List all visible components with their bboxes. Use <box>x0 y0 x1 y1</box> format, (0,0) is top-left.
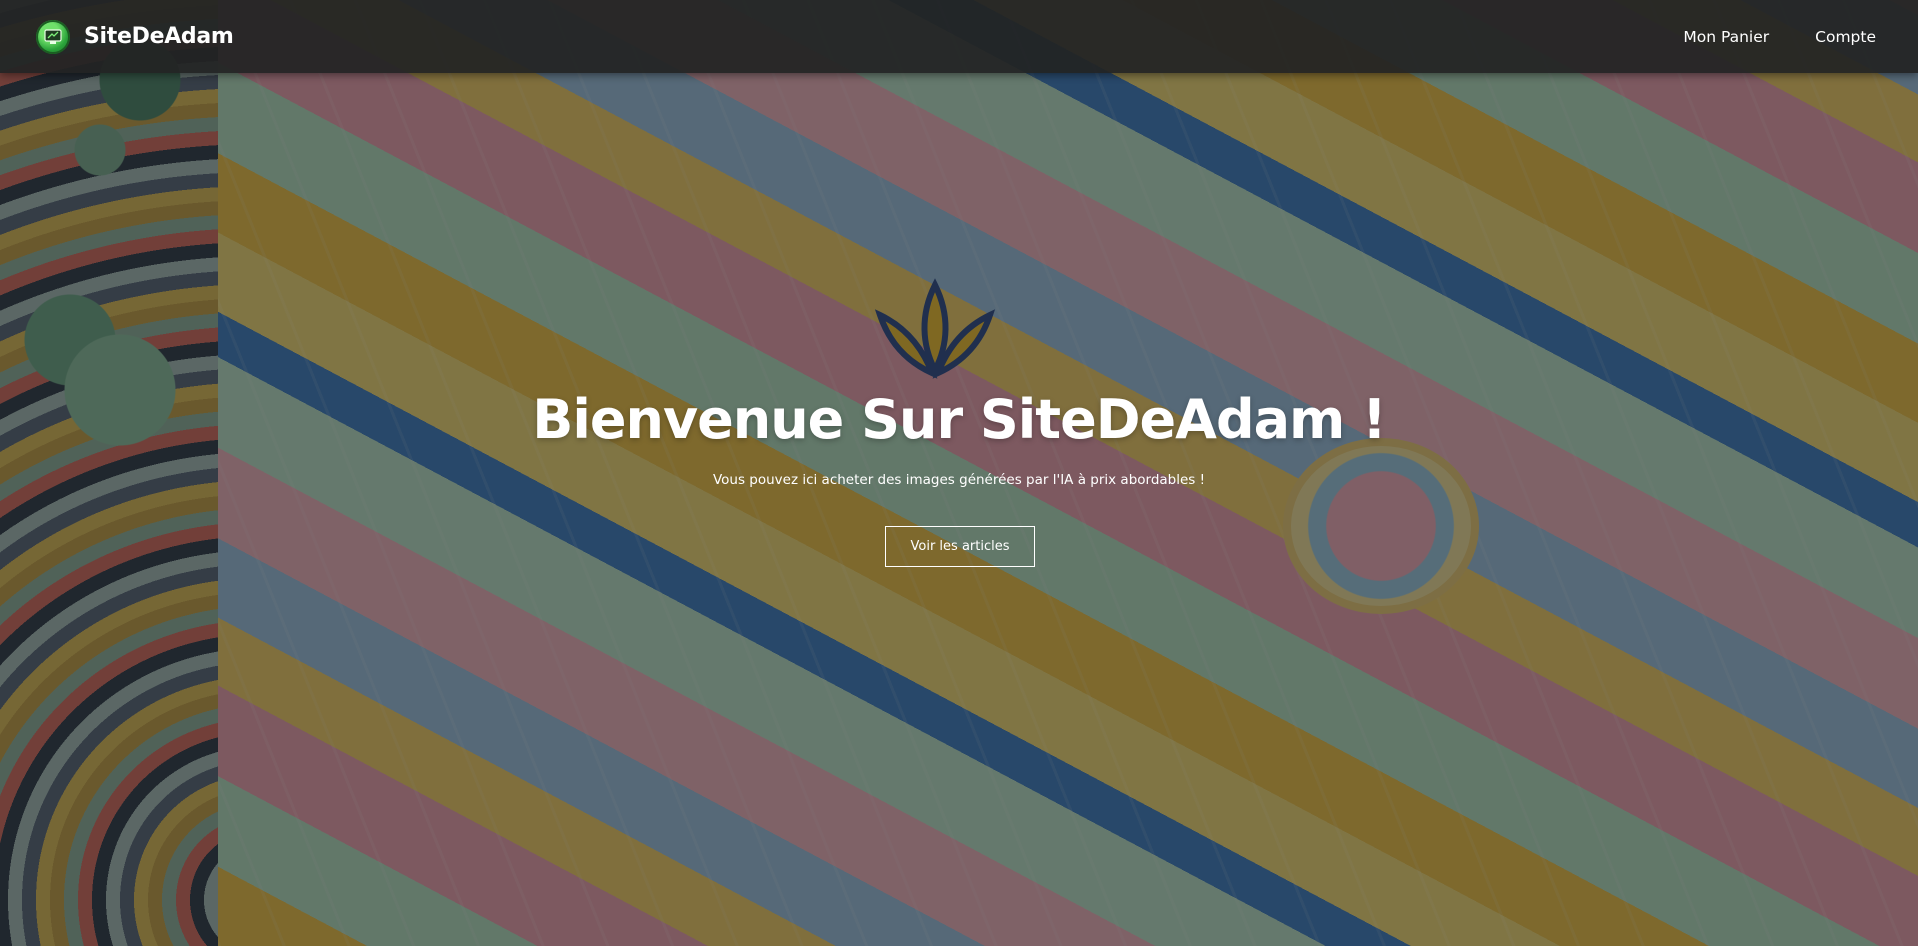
nav-link-account[interactable]: Compte <box>1815 28 1876 46</box>
hero-section: Bienvenue Sur SiteDeAdam ! Vous pouvez i… <box>0 0 1918 946</box>
monitor-logo-icon <box>36 19 70 54</box>
brand-name: SiteDeAdam <box>84 24 234 49</box>
brand-home-link[interactable]: SiteDeAdam <box>36 19 234 54</box>
navbar: SiteDeAdam Mon Panier Compte <box>0 0 1918 73</box>
page: SiteDeAdam Mon Panier Compte Bienvenue S… <box>0 0 1918 946</box>
nav-links: Mon Panier Compte <box>1683 28 1876 46</box>
hero-title: Bienvenue Sur SiteDeAdam ! <box>532 388 1387 451</box>
hero-subtitle: Vous pouvez ici acheter des images génér… <box>712 472 1206 488</box>
nav-link-cart[interactable]: Mon Panier <box>1683 28 1769 46</box>
view-articles-button[interactable]: Voir les articles <box>885 526 1035 567</box>
